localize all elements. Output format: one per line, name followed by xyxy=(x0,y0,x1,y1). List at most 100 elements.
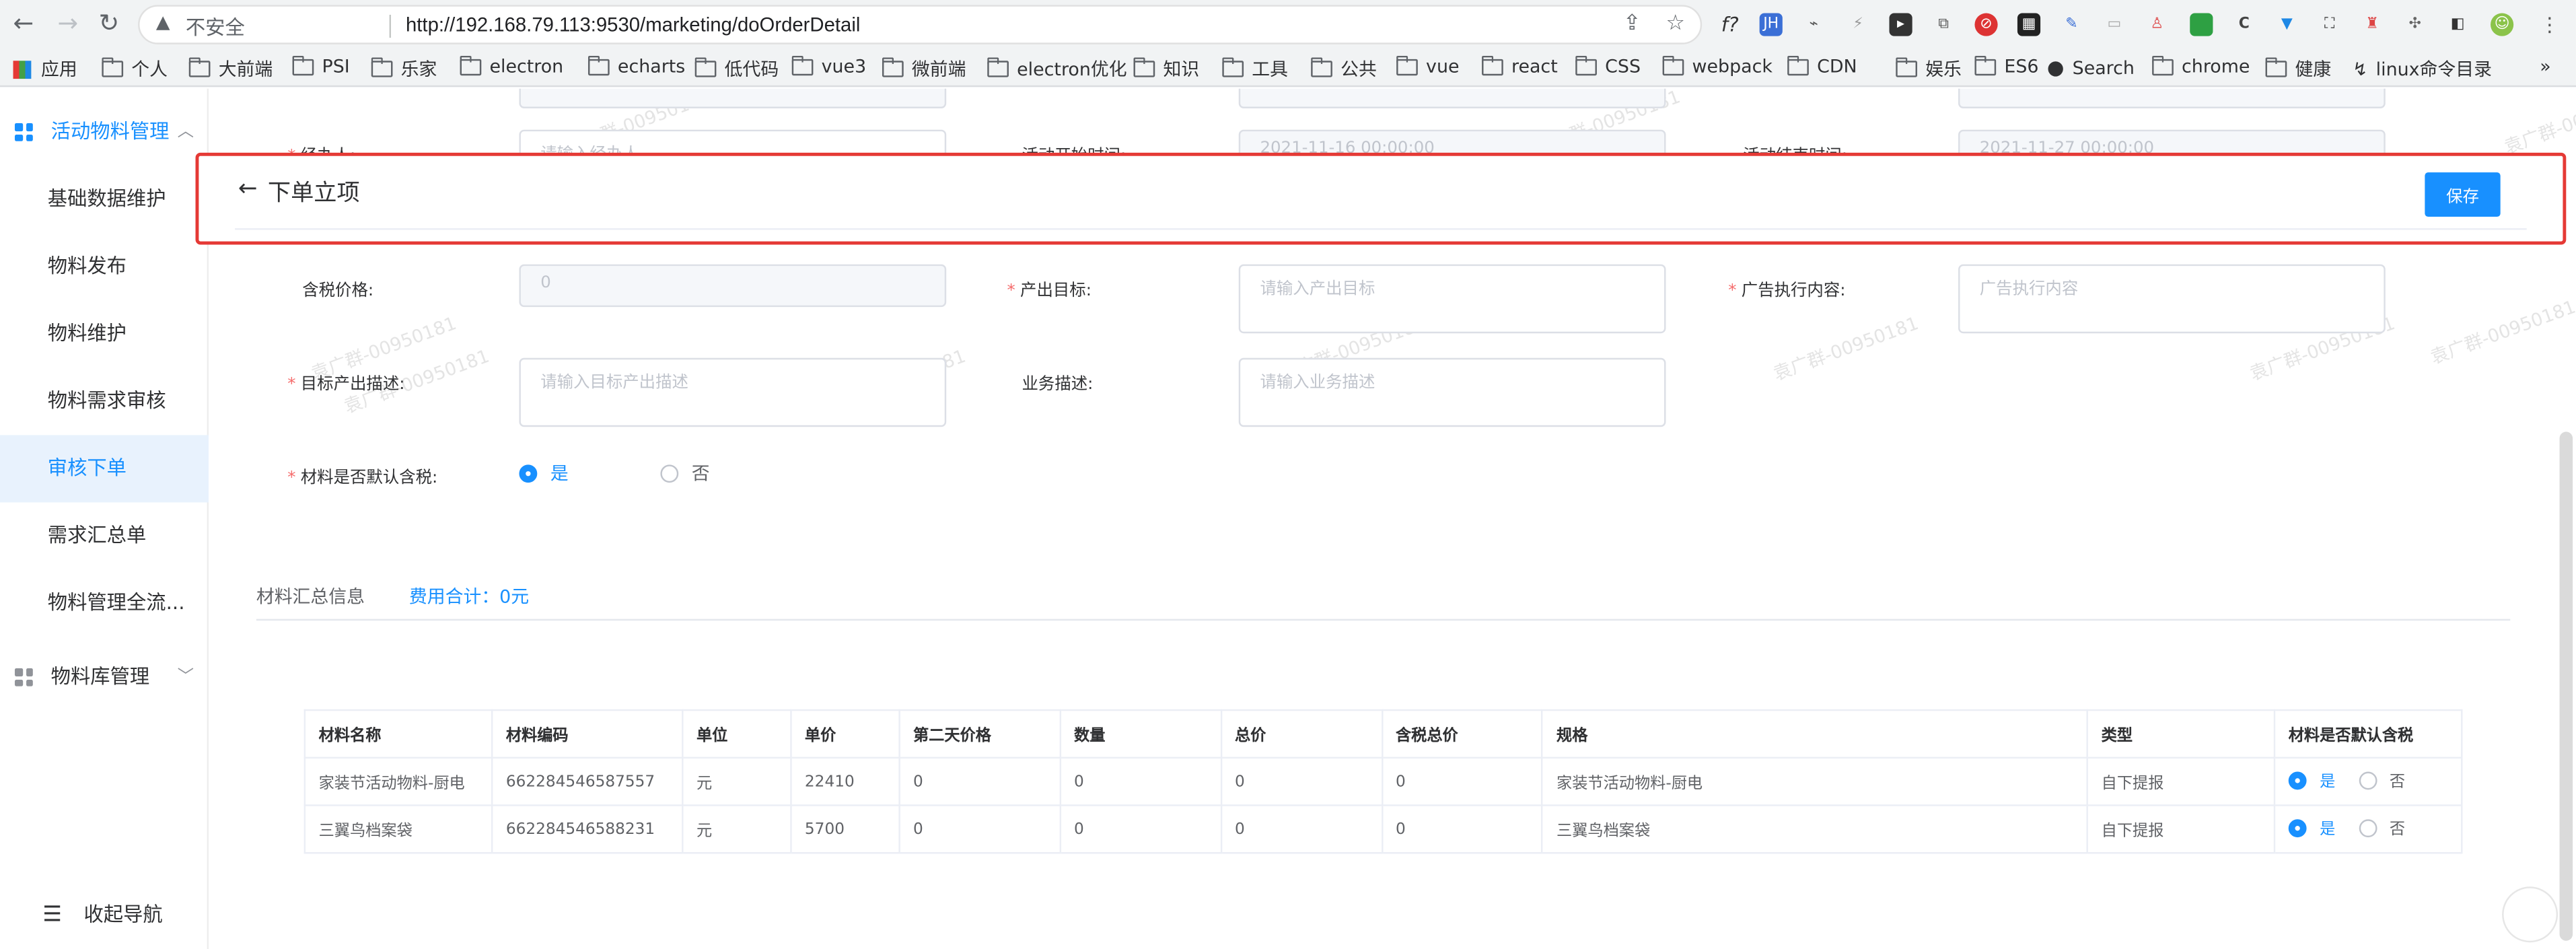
bookmark-2[interactable]: 大前端 xyxy=(188,56,273,82)
insecure-label: 不安全 xyxy=(185,16,245,40)
sidebar-item-0[interactable]: 基础数据维护 xyxy=(0,166,209,233)
bookmark-8[interactable]: vue3 xyxy=(791,55,866,77)
column-header: 总价 xyxy=(1220,709,1383,759)
sidebar-item-1[interactable]: 物料发布 xyxy=(0,233,209,300)
bookmark-0[interactable]: 应用 xyxy=(13,56,77,82)
back-icon[interactable]: ← xyxy=(13,8,34,38)
jh-ext-icon[interactable]: JH xyxy=(1759,13,1783,36)
reload-icon[interactable]: ↻ xyxy=(98,8,119,38)
person-ext-icon[interactable]: ♙ xyxy=(2145,13,2168,36)
tab-cost-total[interactable]: 费用合计：0元 xyxy=(409,583,529,609)
crop-ext-icon[interactable]: ⧉ xyxy=(1932,13,1955,36)
sidebar-item-4[interactable]: 审核下单 xyxy=(0,435,209,503)
app-ext-icon[interactable]: ▦ xyxy=(2017,13,2041,36)
save-button[interactable]: 保存 xyxy=(2425,172,2501,217)
default-tax-no-radio[interactable]: 否 xyxy=(660,460,710,486)
folder-icon xyxy=(188,57,211,77)
bookmark-4[interactable]: 乐家 xyxy=(371,56,437,82)
bookmark-20[interactable]: ES6 xyxy=(1974,55,2039,77)
sidepanel-icon[interactable]: ◧ xyxy=(2446,13,2469,36)
url-text[interactable]: http://192.168.79.113:9530/marketing/doO… xyxy=(406,13,860,36)
default-tax-yes-radio[interactable]: 是 xyxy=(519,460,569,486)
table-cell: 元 xyxy=(681,757,792,806)
collapse-icon: ☰ xyxy=(42,903,62,928)
sidebar-item-3[interactable]: 物料需求审核 xyxy=(0,367,209,435)
bookmarks-more[interactable]: » xyxy=(2540,56,2550,77)
target-desc-input[interactable]: 请输入目标产出描述 xyxy=(519,357,947,427)
bookmark-5[interactable]: electron xyxy=(460,55,563,77)
collapse-nav-button[interactable]: ☰ 收起导航 xyxy=(0,882,209,949)
folder-icon xyxy=(1396,55,1418,75)
bookmark-9[interactable]: 微前端 xyxy=(882,56,966,82)
folder-icon xyxy=(1133,57,1155,77)
lightning-ext-icon[interactable]: ⚡ xyxy=(1847,13,1869,36)
terminal-ext-icon[interactable]: ▸ xyxy=(1889,13,1912,36)
table-cell: 0 xyxy=(1059,804,1222,854)
bookmark-7[interactable]: 低代码 xyxy=(694,56,779,82)
tab-material-summary[interactable]: 材料汇总信息 xyxy=(256,583,365,609)
bag-ext-icon[interactable]: ♜ xyxy=(2361,13,2384,36)
sidebar-group-library[interactable]: 物料库管理 ﹀ xyxy=(0,643,209,711)
sidebar-item-5[interactable]: 需求汇总单 xyxy=(0,502,209,569)
row-tax-yes-radio[interactable]: 是 xyxy=(2288,816,2335,839)
sidebar-group-activity[interactable]: 活动物料管理 ︿ xyxy=(0,98,209,166)
bookmark-6[interactable]: echarts xyxy=(587,55,685,77)
column-header: 材料编码 xyxy=(491,709,684,759)
bookmark-star-icon[interactable]: ☆ xyxy=(1666,11,1684,36)
sidebar-item-6[interactable]: 物料管理全流... xyxy=(0,569,209,637)
bookmark-3[interactable]: PSI xyxy=(292,55,350,77)
bookmark-12[interactable]: 工具 xyxy=(1222,56,1288,82)
output-target-input[interactable]: 请输入产出目标 xyxy=(1238,264,1666,334)
bookmark-13[interactable]: 公共 xyxy=(1311,56,1377,82)
sidebar-item-2[interactable]: 物料维护 xyxy=(0,300,209,367)
screen-ext-icon[interactable]: ▭ xyxy=(2103,13,2126,36)
bookmark-1[interactable]: 个人 xyxy=(102,56,168,82)
chart-ext-icon[interactable]: ⌁ xyxy=(1802,13,1825,36)
price-input[interactable]: 0 xyxy=(519,264,947,308)
bookmark-21[interactable]: ● Search xyxy=(2047,56,2135,79)
sidebar: 活动物料管理 ︿ 基础数据维护 物料发布 物料维护 物料需求审核 审核下单 需求汇总单 物料… xyxy=(0,88,209,949)
bookmark-16[interactable]: CSS xyxy=(1575,55,1641,77)
bookmark-11[interactable]: 知识 xyxy=(1133,56,1199,82)
bookmark-14[interactable]: vue xyxy=(1396,55,1459,77)
function-ext-icon[interactable]: f? xyxy=(1719,13,1742,36)
column-header: 材料是否默认含税 xyxy=(2273,709,2463,759)
watermark: 袁广群-00950181 xyxy=(2427,296,2576,369)
price-label: 含税价格: xyxy=(302,282,374,301)
capture-ext-icon[interactable]: ⛶ xyxy=(2318,13,2341,36)
scrollbar[interactable] xyxy=(2559,431,2573,941)
share-icon[interactable]: ⇪ xyxy=(1623,11,1641,36)
green-ext-icon[interactable] xyxy=(2190,13,2213,36)
vue-ext-icon[interactable]: ▼ xyxy=(2275,13,2298,36)
bookmark-15[interactable]: react xyxy=(1482,55,1558,77)
bookmark-17[interactable]: webpack xyxy=(1662,55,1773,77)
folder-icon xyxy=(587,55,610,75)
forward-icon[interactable]: → xyxy=(57,8,78,38)
row-tax-no-radio[interactable]: 否 xyxy=(2358,769,2405,792)
address-bar[interactable]: ▲ 不安全 http://192.168.79.113:9530/marketi… xyxy=(138,5,1703,44)
block-ext-icon[interactable]: ⊘ xyxy=(1974,13,1998,36)
avatar[interactable]: ☺ xyxy=(2491,13,2514,36)
table-cell: 三翼鸟档案袋 xyxy=(1542,804,2089,854)
table-cell: 元 xyxy=(681,804,792,854)
back-arrow-icon[interactable]: ← xyxy=(238,176,258,202)
bookmark-22[interactable]: chrome xyxy=(2152,55,2250,77)
biz-desc-input[interactable]: 请输入业务描述 xyxy=(1238,357,1666,427)
page-header: ← 下单立项 保存 xyxy=(195,152,2567,245)
row-tax-no-radio[interactable]: 否 xyxy=(2358,816,2405,839)
c-ext-icon[interactable]: C xyxy=(2233,13,2256,36)
bookmark-18[interactable]: CDN xyxy=(1787,55,1857,77)
floating-circle-button[interactable] xyxy=(2502,886,2559,943)
picker-ext-icon[interactable]: ✎ xyxy=(2060,13,2083,36)
puzzle-icon[interactable]: ✣ xyxy=(2404,13,2427,36)
table-cell: 自下提报 xyxy=(2086,804,2276,854)
ad-content-input[interactable]: 广告执行内容 xyxy=(1958,264,2386,334)
row-tax-yes-radio[interactable]: 是 xyxy=(2288,769,2335,792)
bookmark-23[interactable]: 健康 xyxy=(2265,56,2331,82)
menu-dots-icon[interactable]: ⋮ xyxy=(2538,13,2561,36)
table-cell: 0 xyxy=(1220,757,1383,806)
bookmark-19[interactable]: 娱乐 xyxy=(1896,56,1962,82)
bookmark-10[interactable]: electron优化 xyxy=(987,56,1127,82)
bookmark-24[interactable]: ↯ linux命令目录 xyxy=(2353,56,2492,82)
table-cell: 5700 xyxy=(789,804,900,854)
